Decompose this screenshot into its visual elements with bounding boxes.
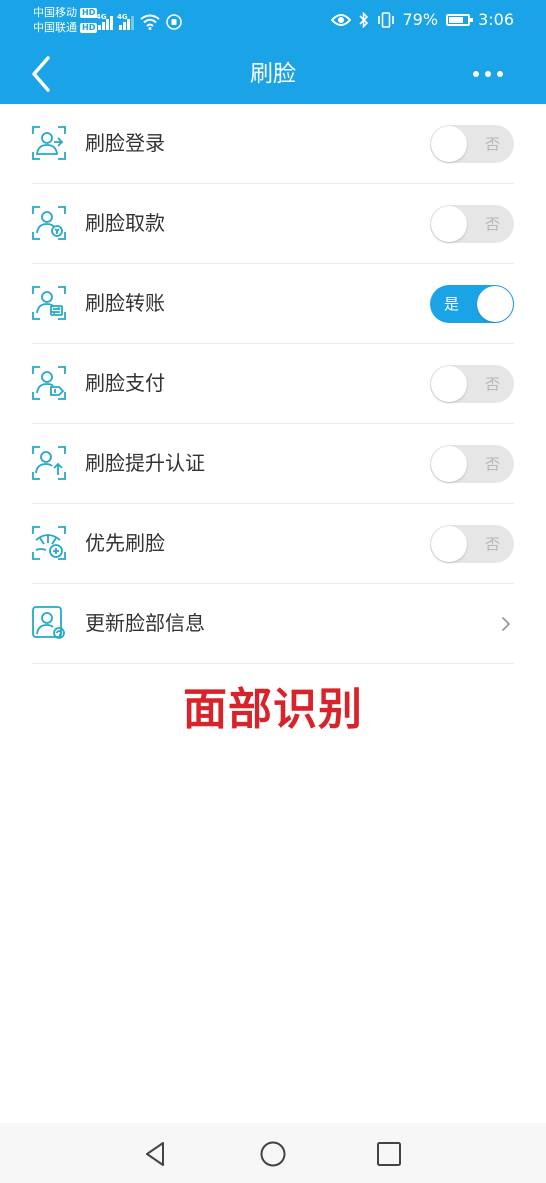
face-transfer-icon (32, 286, 66, 320)
toggle-knob (431, 446, 467, 482)
recents-square-icon[interactable] (374, 1139, 404, 1169)
toggle-knob (431, 126, 467, 162)
hand-icon (166, 14, 182, 30)
setting-label: 刷脸取款 (85, 211, 165, 235)
toggle-switch[interactable]: 否 (430, 525, 514, 563)
toggle-state: 否 (484, 535, 500, 553)
toggle-state: 否 (484, 215, 500, 233)
face-login-icon (32, 126, 66, 160)
setting-label: 刷脸转账 (85, 291, 165, 315)
toggle-state: 否 (484, 375, 500, 393)
chevron-right-icon (502, 617, 510, 631)
toggle-switch[interactable]: 是 (430, 285, 514, 323)
toggle-state: 否 (484, 455, 500, 473)
toggle-knob (431, 526, 467, 562)
vibrate-icon (377, 12, 394, 28)
carrier-2: 中国联通 (33, 21, 77, 34)
setting-row-face-pay[interactable]: 刷脸支付 否 (32, 344, 514, 424)
hd-badge: HD (80, 22, 98, 33)
setting-label: 更新脸部信息 (85, 611, 205, 635)
toggle-switch[interactable]: 否 (430, 445, 514, 483)
setting-row-face-upgrade[interactable]: 刷脸提升认证 否 (32, 424, 514, 504)
signal-icon: 4G (117, 13, 134, 30)
hd-badge: HD (80, 7, 98, 18)
eye-icon (330, 14, 351, 26)
setting-label: 刷脸提升认证 (85, 451, 205, 475)
status-bar: 中国移动 HD 中国联通 HD 4G 4G 79% 3:06 (0, 0, 546, 40)
face-update-icon (32, 606, 65, 639)
header: 中国移动 HD 中国联通 HD 4G 4G 79% 3:06 刷脸 (0, 0, 546, 104)
screen: 中国移动 HD 中国联通 HD 4G 4G 79% 3:06 刷脸 刷脸登录 否… (0, 0, 546, 1183)
setting-label: 刷脸登录 (85, 131, 165, 155)
network-type-1: 4G (96, 13, 107, 21)
status-right: 79% 3:06 (330, 9, 514, 31)
carrier-block: 中国移动 HD 中国联通 HD (33, 5, 98, 35)
face-pay-icon (32, 366, 66, 400)
setting-row-face-login[interactable]: 刷脸登录 否 (32, 104, 514, 184)
toggle-knob (477, 286, 513, 322)
setting-row-face-withdraw[interactable]: 刷脸取款 否 (32, 184, 514, 264)
toggle-state: 是 (444, 295, 460, 313)
home-circle-icon[interactable] (258, 1139, 288, 1169)
toggle-knob (431, 206, 467, 242)
carrier-1: 中国移动 (33, 6, 77, 19)
page-title: 刷脸 (250, 61, 296, 87)
toggle-state: 否 (484, 135, 500, 153)
network-type-2: 4G (117, 13, 128, 21)
setting-row-face-priority[interactable]: 优先刷脸 否 (32, 504, 514, 584)
face-upgrade-icon (32, 446, 66, 480)
app-bar: 刷脸 (0, 44, 546, 104)
settings-list: 刷脸登录 否 刷脸取款 否 刷脸转账 是 刷脸支付 否 刷脸提升认证 否 优先刷… (0, 104, 546, 664)
face-priority-icon (32, 526, 66, 560)
more-dots-icon[interactable] (468, 58, 508, 90)
toggle-switch[interactable]: 否 (430, 205, 514, 243)
battery-icon (446, 14, 474, 26)
setting-row-face-transfer[interactable]: 刷脸转账 是 (32, 264, 514, 344)
wifi-icon (140, 14, 160, 30)
overlay-caption: 面部识别 (183, 684, 363, 735)
setting-label: 优先刷脸 (85, 531, 165, 555)
clock: 3:06 (478, 10, 514, 29)
toggle-knob (431, 366, 467, 402)
setting-label: 刷脸支付 (85, 371, 165, 395)
signal-icon: 4G (96, 13, 113, 30)
toggle-switch[interactable]: 否 (430, 365, 514, 403)
bluetooth-icon (358, 12, 368, 28)
battery-percent: 79% (402, 10, 439, 29)
toggle-switch[interactable]: 否 (430, 125, 514, 163)
setting-row-face-update[interactable]: 更新脸部信息 (32, 584, 514, 664)
back-triangle-icon[interactable] (141, 1139, 171, 1169)
signal-block: 4G 4G (96, 10, 182, 30)
face-withdraw-icon (32, 206, 66, 240)
navigation-bar (0, 1123, 546, 1183)
